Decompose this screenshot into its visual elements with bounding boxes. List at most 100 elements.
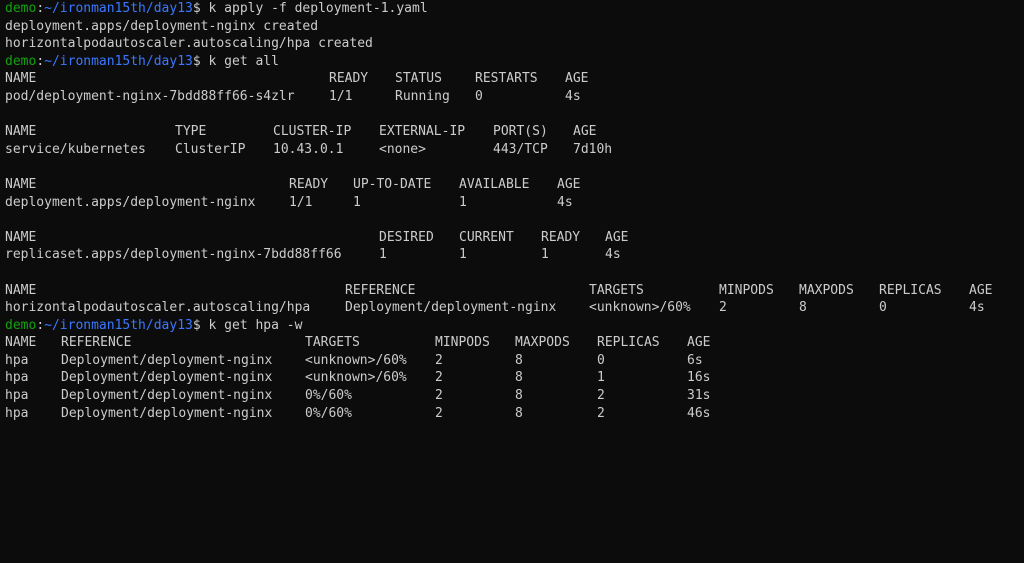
table-cell: Deployment/deployment-nginx (61, 370, 273, 386)
table-cell: 2 (719, 300, 727, 316)
table-row: replicaset.apps/deployment-nginx-7bdd88f… (5, 246, 1024, 264)
table-cell: 0 (879, 300, 887, 316)
table-cell: 8 (515, 352, 523, 368)
table-cell: hpa (5, 370, 29, 386)
header-cell: NAME (5, 176, 37, 192)
header-cell: TARGETS (305, 335, 360, 351)
table-cell: 1 (353, 194, 361, 210)
table-cell: Deployment/deployment-nginx (61, 352, 273, 368)
header-cell: AVAILABLE (459, 176, 530, 192)
header-cell: AGE (605, 229, 629, 245)
table-header: NAME REFERENCE TARGETS MINPODS MAXPODS R… (5, 282, 1024, 300)
header-cell: UP-TO-DATE (353, 176, 432, 192)
header-cell: CLUSTER-IP (273, 124, 352, 140)
header-cell: NAME (5, 335, 37, 351)
table-cell: 1 (379, 247, 387, 263)
header-cell: MAXPODS (799, 282, 854, 298)
table-cell: 4s (557, 194, 573, 210)
header-cell: NAME (5, 229, 37, 245)
table-cell: 2 (597, 388, 605, 404)
header-cell: CURRENT (459, 229, 514, 245)
header-cell: MINPODS (435, 335, 490, 351)
table-cell: replicaset.apps/deployment-nginx-7bdd88f… (5, 247, 342, 263)
table-header: NAME READY STATUS RESTARTS AGE (5, 70, 1024, 88)
output-line: horizontalpodautoscaler.autoscaling/hpa … (5, 36, 373, 52)
table-row: hpa Deployment/deployment-nginx 0%/60% 2… (5, 387, 1024, 405)
table-cell: hpa (5, 405, 29, 421)
prompt-command: k get all (208, 53, 279, 69)
table-cell: <unknown>/60% (589, 300, 691, 316)
header-cell: READY (541, 229, 581, 245)
header-cell: TARGETS (589, 282, 644, 298)
table-cell: 2 (597, 405, 605, 421)
header-cell: MAXPODS (515, 335, 570, 351)
table-cell: Running (395, 88, 450, 104)
table-cell: 1 (459, 194, 467, 210)
header-cell: RESTARTS (475, 71, 538, 87)
header-cell: NAME (5, 71, 37, 87)
table-cell: service/kubernetes (5, 141, 146, 157)
table-cell: <none> (379, 141, 426, 157)
header-cell: READY (289, 176, 329, 192)
header-cell: READY (329, 71, 369, 87)
table-header: NAME READY UP-TO-DATE AVAILABLE AGE (5, 176, 1024, 194)
table-cell: 31s (687, 388, 711, 404)
table-row: hpa Deployment/deployment-nginx 0%/60% 2… (5, 405, 1024, 423)
table-row: service/kubernetes ClusterIP 10.43.0.1 <… (5, 141, 1024, 159)
header-cell: TYPE (175, 124, 207, 140)
header-cell: AGE (969, 282, 993, 298)
table-row: pod/deployment-nginx-7bdd88ff66-s4zlr 1/… (5, 88, 1024, 106)
prompt-path: ~/ironman15th/day13 (44, 1, 193, 16)
output-line: deployment.apps/deployment-nginx created (5, 18, 319, 34)
table-cell: 46s (687, 405, 711, 421)
header-cell: NAME (5, 124, 37, 140)
table-cell: 0%/60% (305, 388, 352, 404)
table-cell: <unknown>/60% (305, 370, 407, 386)
prompt-user: demo (5, 317, 37, 333)
table-cell: 16s (687, 370, 711, 386)
table-cell: Deployment/deployment-nginx (61, 388, 273, 404)
header-cell: EXTERNAL-IP (379, 124, 466, 140)
table-cell: 6s (687, 352, 703, 368)
prompt-line: demo:~/ironman15th/day13$ k apply -f dep… (5, 1, 428, 16)
table-row: hpa Deployment/deployment-nginx <unknown… (5, 369, 1024, 387)
table-header: NAME DESIRED CURRENT READY AGE (5, 229, 1024, 247)
table-cell: 2 (435, 405, 443, 421)
table-header: NAME TYPE CLUSTER-IP EXTERNAL-IP PORT(S)… (5, 123, 1024, 141)
table-cell: hpa (5, 352, 29, 368)
table-cell: 0%/60% (305, 405, 352, 421)
table-cell: 8 (515, 388, 523, 404)
header-cell: REFERENCE (61, 335, 132, 351)
table-cell: 10.43.0.1 (273, 141, 344, 157)
table-cell: 2 (435, 388, 443, 404)
header-cell: PORT(S) (493, 124, 548, 140)
header-cell: NAME (5, 282, 37, 298)
prompt-user: demo (5, 1, 37, 16)
prompt-line: demo:~/ironman15th/day13$ k get all (5, 53, 279, 69)
table-cell: 1/1 (329, 88, 353, 104)
header-cell: DESIRED (379, 229, 434, 245)
table-cell: 2 (435, 352, 443, 368)
table-cell: 8 (799, 300, 807, 316)
table-cell: 1/1 (289, 194, 313, 210)
table-header: NAME REFERENCE TARGETS MINPODS MAXPODS R… (5, 334, 1024, 352)
table-cell: hpa (5, 388, 29, 404)
header-cell: REPLICAS (597, 335, 660, 351)
table-cell: Deployment/deployment-nginx (61, 405, 273, 421)
terminal-window[interactable]: demo:~/ironman15th/day13$ k apply -f dep… (0, 0, 1024, 421)
table-row: deployment.apps/deployment-nginx 1/1 1 1… (5, 194, 1024, 212)
table-cell: 7d10h (573, 141, 613, 157)
header-cell: AGE (557, 176, 581, 192)
header-cell: REFERENCE (345, 282, 416, 298)
table-cell: <unknown>/60% (305, 352, 407, 368)
table-cell: horizontalpodautoscaler.autoscaling/hpa (5, 300, 311, 316)
prompt-path: ~/ironman15th/day13 (44, 53, 193, 69)
table-cell: 1 (541, 247, 549, 263)
table-cell: 4s (565, 88, 581, 104)
prompt-command: k get hpa -w (208, 317, 303, 333)
header-cell: AGE (573, 124, 597, 140)
prompt-line: demo:~/ironman15th/day13$ k get hpa -w (5, 317, 303, 333)
table-cell: 4s (969, 300, 985, 316)
header-cell: AGE (687, 335, 711, 351)
header-cell: MINPODS (719, 282, 774, 298)
